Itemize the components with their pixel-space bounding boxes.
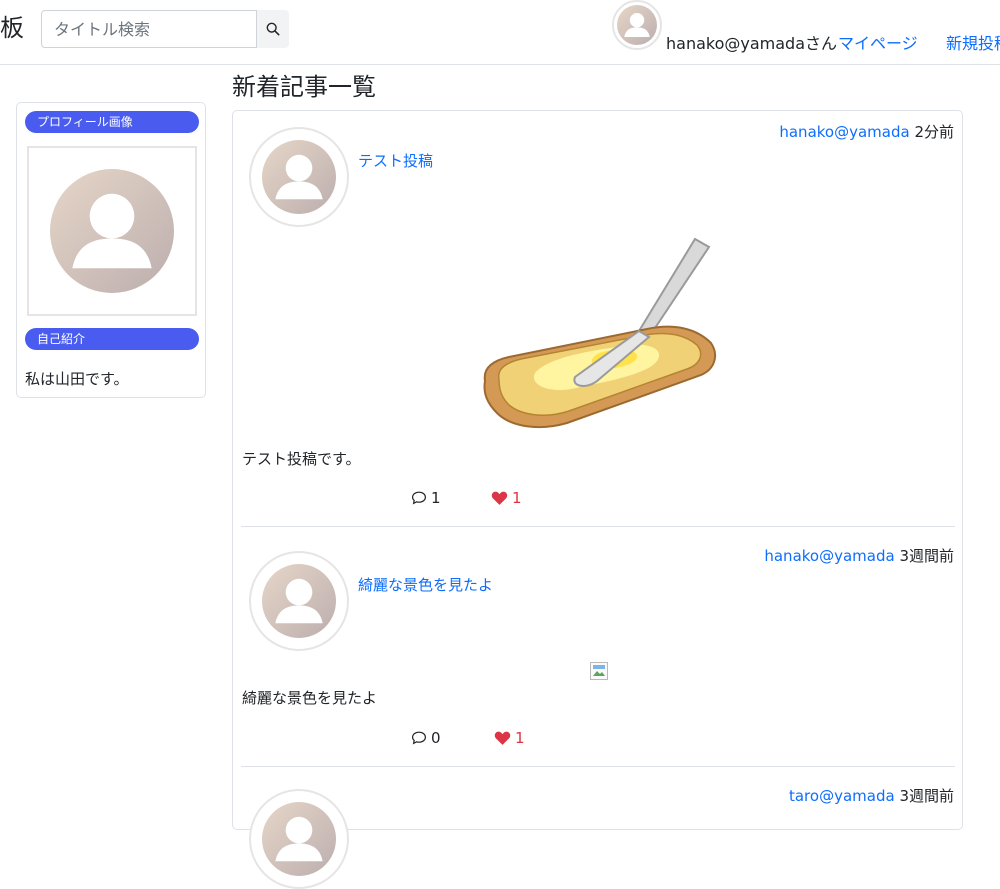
post-divider — [241, 766, 955, 767]
post-author-link[interactable]: taro@yamada — [789, 787, 895, 805]
post-time: 3週間前 — [899, 547, 954, 565]
like-count-value: 1 — [512, 489, 522, 507]
post-meta: hanako@yamada 3週間前 — [764, 545, 954, 567]
post-item: hanako@yamada 3週間前 綺麗な景色を見たよ 綺麗な景色を見たよ 0… — [233, 535, 962, 767]
post-author-link[interactable]: hanako@yamada — [779, 123, 909, 141]
profile-card: プロフィール画像 自己紹介 私は山田です。 — [16, 102, 206, 398]
post-body: 綺麗な景色を見たよ — [242, 689, 378, 707]
bio-heading: 自己紹介 — [25, 328, 199, 350]
post-title-link[interactable]: 綺麗な景色を見たよ — [358, 574, 493, 596]
post-author-avatar[interactable] — [249, 789, 349, 889]
like-count-value: 1 — [515, 729, 525, 747]
comment-count[interactable]: 0 — [411, 727, 441, 749]
search-button[interactable] — [257, 10, 289, 48]
profile-image — [27, 146, 197, 316]
mypage-link[interactable]: マイページ — [838, 33, 918, 55]
comment-count-value: 0 — [431, 729, 441, 747]
butter-toast-image — [483, 237, 717, 429]
post-author-link[interactable]: hanako@yamada — [764, 547, 894, 565]
comment-icon — [411, 491, 427, 505]
profile-image-heading: プロフィール画像 — [25, 111, 199, 133]
post-time: 2分前 — [914, 123, 954, 141]
post-body: テスト投稿です。 — [242, 450, 361, 468]
nav-user-name: hanako@yamadaさん — [666, 34, 838, 53]
navbar: 板 hanako@yamadaさん マイページ 新規投稿 — [0, 0, 1000, 65]
post-item: hanako@yamada 2分前 テスト投稿 テスト投稿です。 1 1 — [233, 111, 962, 528]
like-button[interactable]: 1 — [491, 487, 522, 509]
like-button[interactable]: 1 — [494, 727, 525, 749]
post-item: taro@yamada 3週間前 — [233, 775, 962, 889]
search-form — [41, 10, 289, 48]
comment-count[interactable]: 1 — [411, 487, 441, 509]
post-list: hanako@yamada 2分前 テスト投稿 テスト投稿です。 1 1 han… — [232, 110, 963, 889]
search-icon — [266, 22, 280, 36]
heart-icon — [494, 731, 511, 745]
post-author-avatar[interactable] — [249, 551, 349, 651]
search-input[interactable] — [41, 10, 257, 48]
profile-avatar-icon — [50, 169, 174, 293]
site-brand[interactable]: 板 — [0, 12, 24, 44]
page-title: 新着記事一覧 — [232, 73, 376, 101]
post-meta: hanako@yamada 2分前 — [779, 121, 954, 143]
heart-icon — [491, 491, 508, 505]
post-time: 3週間前 — [899, 787, 954, 805]
bio-text: 私は山田です。 — [25, 370, 129, 388]
post-meta: taro@yamada 3週間前 — [789, 785, 954, 807]
comment-count-value: 1 — [431, 489, 441, 507]
post-divider — [241, 526, 955, 527]
post-title-link[interactable]: テスト投稿 — [358, 150, 433, 172]
comment-icon — [411, 731, 427, 745]
post-author-avatar[interactable] — [249, 127, 349, 227]
nav-user-avatar[interactable] — [612, 0, 662, 50]
new-post-link[interactable]: 新規投稿 — [946, 33, 1000, 55]
broken-image-icon — [590, 662, 608, 680]
